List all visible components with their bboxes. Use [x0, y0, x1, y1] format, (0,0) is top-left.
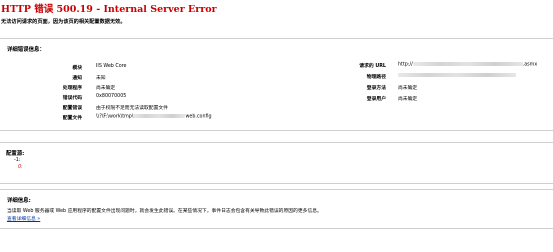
detail-box: 详细错误信息： 模块 IIS Web Core 通知 未知 处理程序 尚未确定 … — [0, 38, 553, 131]
logon-method-label: 登录方法 — [366, 86, 386, 91]
config-file-suffix: web.config — [185, 114, 212, 120]
redacted-path — [133, 114, 186, 118]
handler-value: 尚未确定 — [96, 86, 116, 91]
config-error-label: 配置错误 — [62, 106, 82, 111]
logon-user-value: 尚未确定 — [398, 97, 418, 102]
config-source-line-2: 0: — [18, 165, 23, 170]
detail-heading: 详细错误信息： — [7, 47, 45, 53]
error-subtitle: 无法访问请求的页面，因为该页的相关配置数据无效。 — [1, 19, 126, 25]
config-source-box: 配置源: -1: 0: — [0, 142, 553, 184]
more-info-box: 详细信息: 当读取 Web 服务器或 Web 应用程序的配置文件出现问题时，就会… — [0, 189, 553, 229]
physical-path-value — [398, 73, 516, 79]
module-value: IIS Web Core — [96, 64, 127, 69]
physical-path-label: 物理路径 — [366, 75, 386, 80]
error-title: HTTP 错误 500.19 - Internal Server Error — [1, 4, 217, 15]
redacted-physical-path — [398, 73, 516, 77]
more-info-heading: 详细信息: — [7, 198, 31, 204]
more-info-text: 当读取 Web 服务器或 Web 应用程序的配置文件出现问题时，就会发生此错误。… — [7, 209, 322, 214]
request-url-suffix: .asmx — [522, 62, 538, 68]
handler-label: 处理程序 — [62, 86, 82, 91]
config-file-prefix: \\?\F:\work\tmp\ — [96, 114, 134, 120]
logon-user-label: 登录用户 — [366, 97, 386, 102]
module-label: 模块 — [72, 66, 82, 71]
logon-method-value: 尚未确定 — [398, 86, 418, 91]
notification-label: 通知 — [72, 76, 82, 81]
view-details-link[interactable]: 查看详细信息 » — [7, 215, 40, 222]
config-file-value: \\?\F:\work\tmp\ web.config — [96, 114, 212, 120]
notification-value: 未知 — [96, 76, 106, 81]
request-url-label: 请求的 URL — [359, 64, 386, 69]
request-url-prefix: http:// — [398, 62, 413, 68]
config-source-heading: 配置源: — [6, 151, 25, 157]
config-file-label: 配置文件 — [62, 116, 82, 121]
request-url-value: http:// .asmx — [398, 62, 537, 68]
config-source-line-1: -1: — [14, 158, 21, 163]
config-error-value: 由于权限不足而无法读取配置文件 — [96, 106, 168, 111]
error-code-label: 错误代码 — [62, 96, 82, 101]
redacted-url — [412, 62, 523, 66]
error-code-value: 0x80070005 — [96, 94, 127, 99]
